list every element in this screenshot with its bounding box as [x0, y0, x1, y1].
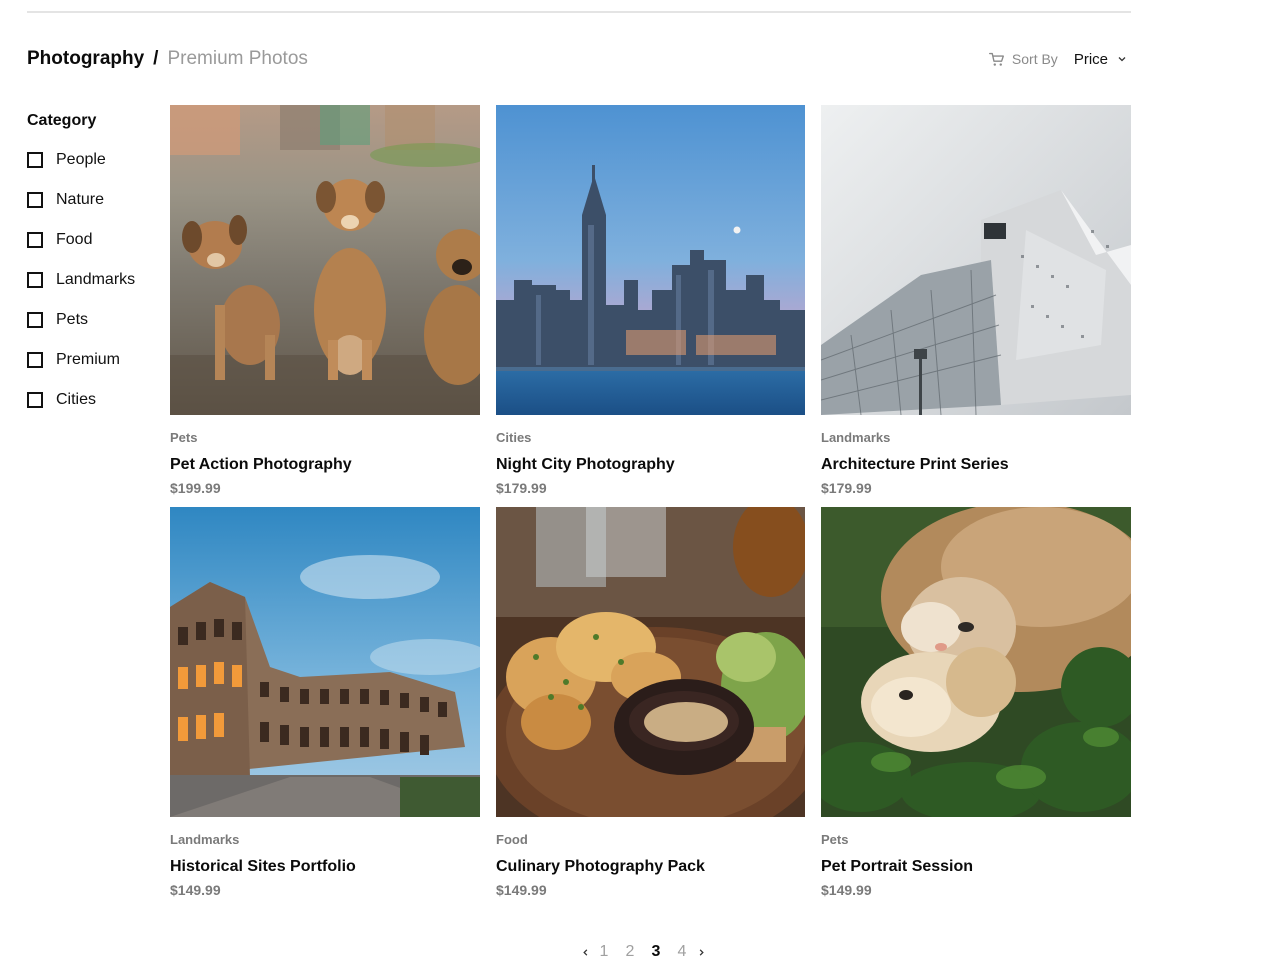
page-number-2[interactable]: 2	[622, 943, 638, 961]
filter-label: Nature	[56, 191, 105, 208]
page-number-1[interactable]: 1	[596, 943, 612, 961]
breadcrumb-current: Premium Photos	[167, 48, 308, 69]
product-price: $149.99	[821, 882, 872, 898]
filter-label: Food	[56, 231, 93, 248]
product-image-cat-dog[interactable]	[821, 507, 1131, 817]
breadcrumb: Photography / Premium Photos	[27, 46, 308, 72]
product-card[interactable]: Food Culinary Photography Pack $149.99	[496, 507, 805, 899]
filter-label: People	[56, 151, 106, 168]
page-number-3[interactable]: 3	[648, 943, 664, 961]
filter-label: Landmarks	[56, 271, 136, 288]
filter-people[interactable]: People	[27, 140, 157, 180]
product-category: Landmarks	[170, 832, 240, 847]
page-header: Photography / Premium Photos Sort By Pri…	[27, 46, 1131, 72]
product-image-skyline[interactable]	[496, 105, 805, 415]
page-number-4[interactable]: 4	[674, 943, 690, 961]
product-price: $149.99	[170, 882, 221, 898]
product-category: Pets	[170, 430, 198, 445]
chevron-left-icon[interactable]	[579, 948, 591, 957]
filter-pets[interactable]: Pets	[27, 300, 157, 340]
filter-label: Premium	[56, 351, 121, 368]
product-price: $179.99	[496, 480, 547, 496]
product-card[interactable]: Landmarks Architecture Print Series $179…	[821, 105, 1131, 497]
sort-select[interactable]: Price	[1074, 51, 1131, 68]
chevron-down-icon	[1117, 54, 1127, 64]
sort-label: Sort By	[1011, 51, 1058, 67]
product-price: $199.99	[170, 480, 221, 496]
product-title[interactable]: Pet Action Photography	[170, 455, 480, 475]
product-price: $149.99	[496, 882, 547, 898]
product-category: Cities	[496, 430, 532, 445]
filter-label: Cities	[56, 391, 97, 408]
sort-value: Price	[1073, 50, 1108, 68]
filter-checkbox[interactable]	[27, 312, 43, 328]
product-title[interactable]: Historical Sites Portfolio	[170, 857, 480, 877]
filter-cities[interactable]: Cities	[27, 380, 157, 420]
product-grid: Pets Pet Action Photography $199.99 Citi…	[170, 105, 1131, 899]
product-category: Pets	[821, 832, 849, 847]
filter-nature[interactable]: Nature	[27, 180, 157, 220]
product-price: $179.99	[821, 480, 872, 496]
product-card[interactable]: Landmarks Historical Sites Portfolio $14…	[170, 507, 480, 899]
filter-food[interactable]: Food	[27, 220, 157, 260]
product-category: Food	[496, 832, 528, 847]
product-card[interactable]: Pets Pet Portrait Session $149.99	[821, 507, 1131, 899]
product-image-colosseum[interactable]	[170, 507, 480, 817]
sidebar-title: Category	[27, 112, 97, 129]
filter-label: Pets	[56, 311, 89, 328]
category-sidebar: Category People Nature Food Landmarks Pe…	[27, 110, 157, 430]
top-divider	[27, 11, 1131, 13]
product-image-puppies[interactable]	[170, 105, 480, 415]
chevron-right-icon[interactable]	[695, 948, 707, 957]
filter-checkbox[interactable]	[27, 392, 43, 408]
breadcrumb-separator: /	[153, 48, 159, 69]
filter-checkbox[interactable]	[27, 272, 43, 288]
filter-landmarks[interactable]: Landmarks	[27, 260, 157, 300]
breadcrumb-root[interactable]: Photography	[27, 46, 144, 72]
product-title[interactable]: Culinary Photography Pack	[496, 857, 805, 877]
filter-premium[interactable]: Premium	[27, 340, 157, 380]
product-card[interactable]: Cities Night City Photography $179.99	[496, 105, 805, 497]
sort-control: Sort By Price	[988, 46, 1131, 72]
filter-checkbox[interactable]	[27, 232, 43, 248]
filter-checkbox[interactable]	[27, 352, 43, 368]
product-title[interactable]: Night City Photography	[496, 455, 805, 475]
filter-checkbox[interactable]	[27, 152, 43, 168]
product-image-food[interactable]	[496, 507, 805, 817]
pagination: 1 2 3 4	[579, 940, 707, 964]
product-title[interactable]: Architecture Print Series	[821, 455, 1131, 475]
product-card[interactable]: Pets Pet Action Photography $199.99	[170, 105, 480, 497]
product-title[interactable]: Pet Portrait Session	[821, 857, 1131, 877]
filter-checkbox[interactable]	[27, 192, 43, 208]
product-category: Landmarks	[821, 430, 891, 445]
product-image-architecture[interactable]	[821, 105, 1131, 415]
cart-icon[interactable]	[988, 51, 1005, 68]
